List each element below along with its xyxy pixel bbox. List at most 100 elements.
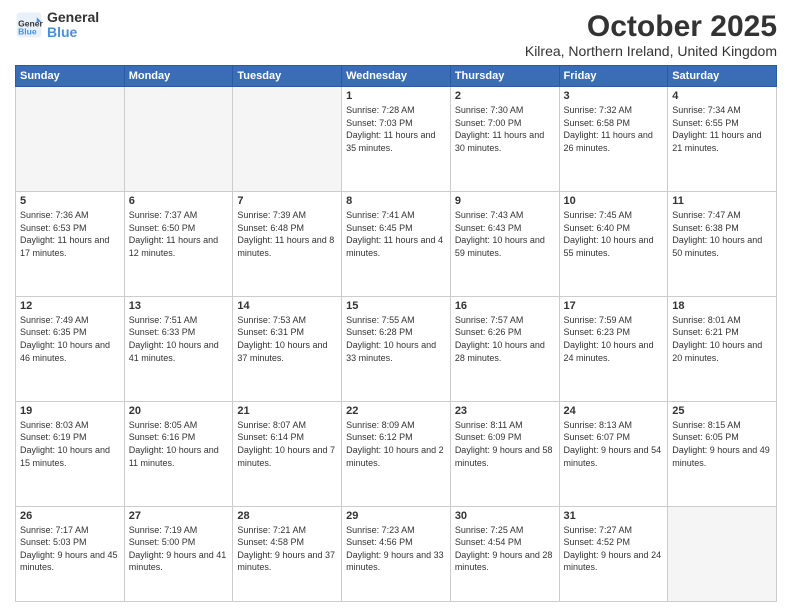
day-number: 20 <box>129 405 229 417</box>
day-info: Sunrise: 8:13 AMSunset: 6:07 PMDaylight:… <box>564 419 664 469</box>
title-area: October 2025 Kilrea, Northern Ireland, U… <box>525 10 777 59</box>
calendar-cell: 3 Sunrise: 7:32 AMSunset: 6:58 PMDaylight… <box>559 87 668 192</box>
calendar-cell: 24 Sunrise: 8:13 AMSunset: 6:07 PMDayligh… <box>559 401 668 506</box>
day-info: Sunrise: 7:36 AMSunset: 6:53 PMDaylight:… <box>20 209 120 259</box>
day-number: 10 <box>564 195 664 207</box>
day-info: Sunrise: 7:32 AMSunset: 6:58 PMDaylight:… <box>564 104 664 154</box>
day-info: Sunrise: 7:37 AMSunset: 6:50 PMDaylight:… <box>129 209 229 259</box>
day-number: 25 <box>672 405 772 417</box>
day-number: 30 <box>455 510 555 522</box>
weekday-row: SundayMondayTuesdayWednesdayThursdayFrid… <box>16 66 777 87</box>
day-number: 8 <box>346 195 446 207</box>
day-info: Sunrise: 7:53 AMSunset: 6:31 PMDaylight:… <box>237 314 337 364</box>
day-info: Sunrise: 8:11 AMSunset: 6:09 PMDaylight:… <box>455 419 555 469</box>
day-number: 14 <box>237 300 337 312</box>
day-number: 12 <box>20 300 120 312</box>
day-info: Sunrise: 8:05 AMSunset: 6:16 PMDaylight:… <box>129 419 229 469</box>
weekday-header-tuesday: Tuesday <box>233 66 342 87</box>
weekday-header-friday: Friday <box>559 66 668 87</box>
calendar-cell: 29Sunrise: 7:23 AMSunset: 4:56 PMDayligh… <box>342 506 451 601</box>
calendar-cell: 20 Sunrise: 8:05 AMSunset: 6:16 PMDayligh… <box>124 401 233 506</box>
calendar-cell: 23Sunrise: 8:11 AMSunset: 6:09 PMDayligh… <box>450 401 559 506</box>
calendar-body: 1 Sunrise: 7:28 AMSunset: 7:03 PMDaylight… <box>16 87 777 602</box>
day-number: 27 <box>129 510 229 522</box>
calendar-cell: 31 Sunrise: 7:27 AMSunset: 4:52 PMDayligh… <box>559 506 668 601</box>
weekday-header-monday: Monday <box>124 66 233 87</box>
calendar-cell: 19 Sunrise: 8:03 AMSunset: 6:19 PMDayligh… <box>16 401 125 506</box>
calendar-cell <box>16 87 125 192</box>
calendar-cell: 14 Sunrise: 7:53 AMSunset: 6:31 PMDayligh… <box>233 296 342 401</box>
calendar-cell: 5 Sunrise: 7:36 AMSunset: 6:53 PMDaylight… <box>16 191 125 296</box>
day-info: Sunrise: 7:51 AMSunset: 6:33 PMDaylight:… <box>129 314 229 364</box>
calendar-week-2: 12Sunrise: 7:49 AMSunset: 6:35 PMDayligh… <box>16 296 777 401</box>
day-info: Sunrise: 7:43 AMSunset: 6:43 PMDaylight:… <box>455 209 555 259</box>
calendar-cell: 30 Sunrise: 7:25 AMSunset: 4:54 PMDayligh… <box>450 506 559 601</box>
header-area: General Blue General Blue October 2025 K… <box>15 10 777 59</box>
calendar-cell: 16Sunrise: 7:57 AMSunset: 6:26 PMDayligh… <box>450 296 559 401</box>
weekday-header-sunday: Sunday <box>16 66 125 87</box>
day-info: Sunrise: 7:25 AMSunset: 4:54 PMDaylight:… <box>455 524 555 574</box>
day-number: 29 <box>346 510 446 522</box>
day-number: 4 <box>672 90 772 102</box>
logo-blue: Blue <box>47 25 99 40</box>
month-title: October 2025 <box>525 10 777 43</box>
calendar-cell: 22Sunrise: 8:09 AMSunset: 6:12 PMDayligh… <box>342 401 451 506</box>
day-info: Sunrise: 7:19 AMSunset: 5:00 PMDaylight:… <box>129 524 229 574</box>
calendar-cell: 4 Sunrise: 7:34 AMSunset: 6:55 PMDaylight… <box>668 87 777 192</box>
calendar-header: SundayMondayTuesdayWednesdayThursdayFrid… <box>16 66 777 87</box>
day-number: 21 <box>237 405 337 417</box>
day-info: Sunrise: 7:55 AMSunset: 6:28 PMDaylight:… <box>346 314 446 364</box>
calendar-cell: 2 Sunrise: 7:30 AMSunset: 7:00 PMDaylight… <box>450 87 559 192</box>
calendar-cell: 8 Sunrise: 7:41 AMSunset: 6:45 PMDaylight… <box>342 191 451 296</box>
calendar-week-3: 19 Sunrise: 8:03 AMSunset: 6:19 PMDayligh… <box>16 401 777 506</box>
day-number: 19 <box>20 405 120 417</box>
day-number: 1 <box>346 90 446 102</box>
day-number: 7 <box>237 195 337 207</box>
day-number: 6 <box>129 195 229 207</box>
day-info: Sunrise: 7:47 AMSunset: 6:38 PMDaylight:… <box>672 209 772 259</box>
logo-general: General <box>47 10 99 25</box>
calendar-cell: 12Sunrise: 7:49 AMSunset: 6:35 PMDayligh… <box>16 296 125 401</box>
calendar-cell <box>233 87 342 192</box>
day-number: 9 <box>455 195 555 207</box>
day-number: 5 <box>20 195 120 207</box>
day-info: Sunrise: 8:07 AMSunset: 6:14 PMDaylight:… <box>237 419 337 469</box>
day-number: 13 <box>129 300 229 312</box>
calendar-cell: 6 Sunrise: 7:37 AMSunset: 6:50 PMDaylight… <box>124 191 233 296</box>
calendar-cell: 7 Sunrise: 7:39 AMSunset: 6:48 PMDaylight… <box>233 191 342 296</box>
day-info: Sunrise: 7:28 AMSunset: 7:03 PMDaylight:… <box>346 104 446 154</box>
day-info: Sunrise: 7:39 AMSunset: 6:48 PMDaylight:… <box>237 209 337 259</box>
day-number: 15 <box>346 300 446 312</box>
calendar-cell: 9 Sunrise: 7:43 AMSunset: 6:43 PMDaylight… <box>450 191 559 296</box>
day-info: Sunrise: 7:59 AMSunset: 6:23 PMDaylight:… <box>564 314 664 364</box>
svg-text:Blue: Blue <box>18 27 37 37</box>
day-info: Sunrise: 7:41 AMSunset: 6:45 PMDaylight:… <box>346 209 446 259</box>
day-info: Sunrise: 7:30 AMSunset: 7:00 PMDaylight:… <box>455 104 555 154</box>
day-info: Sunrise: 8:09 AMSunset: 6:12 PMDaylight:… <box>346 419 446 469</box>
day-info: Sunrise: 7:27 AMSunset: 4:52 PMDaylight:… <box>564 524 664 574</box>
calendar-cell: 25Sunrise: 8:15 AMSunset: 6:05 PMDayligh… <box>668 401 777 506</box>
calendar: SundayMondayTuesdayWednesdayThursdayFrid… <box>15 65 777 602</box>
day-info: Sunrise: 7:34 AMSunset: 6:55 PMDaylight:… <box>672 104 772 154</box>
logo: General Blue General Blue <box>15 10 99 41</box>
day-number: 17 <box>564 300 664 312</box>
calendar-cell: 11 Sunrise: 7:47 AMSunset: 6:38 PMDayligh… <box>668 191 777 296</box>
day-number: 28 <box>237 510 337 522</box>
calendar-week-0: 1 Sunrise: 7:28 AMSunset: 7:03 PMDaylight… <box>16 87 777 192</box>
calendar-week-4: 26Sunrise: 7:17 AMSunset: 5:03 PMDayligh… <box>16 506 777 601</box>
day-info: Sunrise: 7:21 AMSunset: 4:58 PMDaylight:… <box>237 524 337 574</box>
calendar-cell: 21 Sunrise: 8:07 AMSunset: 6:14 PMDayligh… <box>233 401 342 506</box>
day-number: 11 <box>672 195 772 207</box>
calendar-cell: 15 Sunrise: 7:55 AMSunset: 6:28 PMDayligh… <box>342 296 451 401</box>
calendar-cell: 26Sunrise: 7:17 AMSunset: 5:03 PMDayligh… <box>16 506 125 601</box>
day-number: 24 <box>564 405 664 417</box>
day-info: Sunrise: 8:03 AMSunset: 6:19 PMDaylight:… <box>20 419 120 469</box>
weekday-header-thursday: Thursday <box>450 66 559 87</box>
day-number: 31 <box>564 510 664 522</box>
day-number: 3 <box>564 90 664 102</box>
day-number: 2 <box>455 90 555 102</box>
logo-icon: General Blue <box>15 11 43 39</box>
calendar-cell: 10Sunrise: 7:45 AMSunset: 6:40 PMDayligh… <box>559 191 668 296</box>
day-info: Sunrise: 7:57 AMSunset: 6:26 PMDaylight:… <box>455 314 555 364</box>
calendar-cell <box>668 506 777 601</box>
